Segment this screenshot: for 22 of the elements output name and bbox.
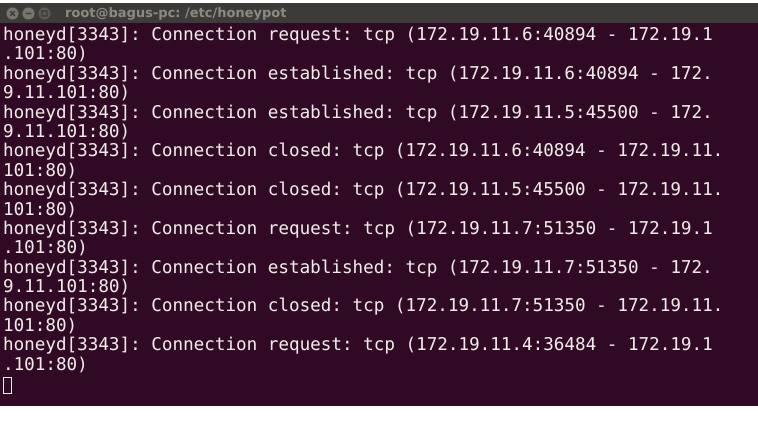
minimize-icon[interactable] xyxy=(22,6,35,20)
terminal-line: honeyd[3343]: Connection established: tcp (172.19.11.6:40894 - 172. xyxy=(3,64,714,84)
terminal-line: honeyd[3343]: Connection established: tcp (172.19.11.5:45500 - 172. xyxy=(3,104,714,123)
terminal-line: honeyd[3343]: Connection established: tcp (172.19.11.7:51350 - 172. xyxy=(3,258,714,278)
terminal-line: 9.11.101:80) xyxy=(3,84,132,104)
terminal-line: 101:80) xyxy=(3,200,78,220)
maximize-icon[interactable] xyxy=(38,6,51,20)
window-title: root@bagus-pc: /etc/honeypot xyxy=(65,6,286,20)
terminal-line: honeyd[3343]: Connection request: tcp (172.19.11.4:36484 - 172.19.1 xyxy=(3,336,714,356)
terminal-line: 9.11.101:80) xyxy=(3,278,132,298)
terminal-line: honeyd[3343]: Connection closed: tcp (172.19.11.6:40894 - 172.19.11. xyxy=(3,142,724,162)
terminal-line: .101:80) xyxy=(3,239,89,259)
terminal-line: honeyd[3343]: Connection closed: tcp (172.19.11.7:51350 - 172.19.11. xyxy=(3,297,724,317)
terminal-line: 9.11.101:80) xyxy=(3,122,130,142)
terminal-line: 101:80) xyxy=(3,316,78,336)
terminal-line: .101:80) xyxy=(3,356,89,376)
terminal-line: 101:80) xyxy=(3,162,78,182)
terminal-line: .101:80) xyxy=(3,45,89,65)
terminal-line: honeyd[3343]: Connection request: tcp (172.19.11.6:40894 - 172.19.1 xyxy=(3,26,714,46)
terminal-line: honeyd[3343]: Connection request: tcp (172.19.11.7:51350 - 172.19.1 xyxy=(3,220,714,240)
close-icon[interactable] xyxy=(6,6,19,20)
terminal-line: honeyd[3343]: Connection closed: tcp (172.19.11.5:45500 - 172.19.11. xyxy=(3,181,724,201)
